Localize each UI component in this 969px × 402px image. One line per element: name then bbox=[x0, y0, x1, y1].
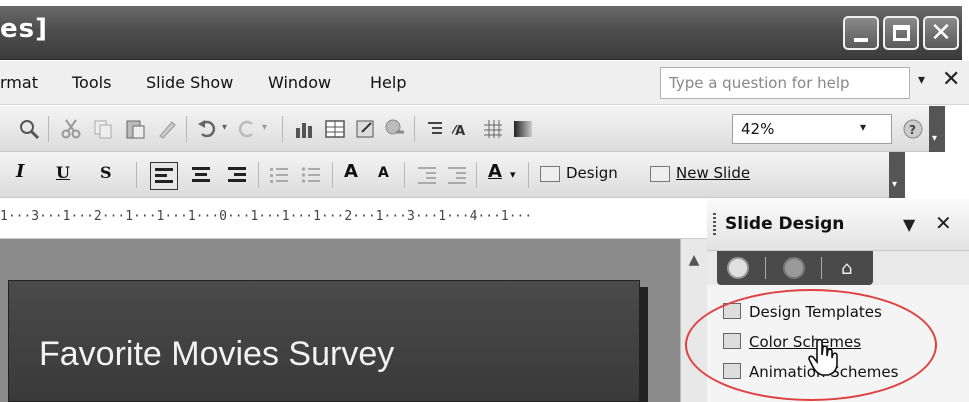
new-slide-icon bbox=[650, 165, 670, 182]
zoom-dropdown-icon[interactable]: ▾ bbox=[860, 120, 866, 134]
formatting-toolbar: I U S A A A ▾ Design New Slide ▾ bbox=[0, 152, 905, 198]
powerpoint-window: es] ✕ rmat Tools Slide Show Window Help … bbox=[0, 0, 969, 402]
help-icon[interactable]: ? bbox=[902, 118, 924, 140]
font-color-dropdown-icon[interactable]: ▾ bbox=[510, 168, 516, 181]
hand-cursor-icon bbox=[808, 338, 838, 376]
task-pane-close-icon[interactable]: ✕ bbox=[935, 211, 952, 235]
toolbar-separator bbox=[528, 162, 529, 188]
zoom-value: 42% bbox=[741, 120, 775, 138]
document-close-icon[interactable]: ✕ bbox=[942, 67, 960, 92]
shadow-button[interactable]: S bbox=[100, 163, 112, 182]
bullets-icon[interactable] bbox=[300, 164, 322, 186]
menu-format[interactable]: rmat bbox=[0, 73, 38, 92]
decrease-font-size-button[interactable]: A bbox=[378, 165, 389, 181]
help-dropdown-icon[interactable]: ▾ bbox=[918, 72, 925, 88]
minimize-icon bbox=[854, 38, 868, 42]
task-pane-navigation: ⌂ bbox=[717, 251, 873, 285]
svg-text:⁄A: ⁄A bbox=[452, 124, 465, 139]
slide-shadow bbox=[640, 287, 648, 402]
center-button[interactable] bbox=[188, 162, 216, 190]
italic-button[interactable]: I bbox=[16, 161, 24, 182]
nav-separator bbox=[765, 257, 766, 279]
slide-design-task-pane: Slide Design ▼ ✕ ⌂ Design Templates Colo… bbox=[685, 199, 969, 402]
toolbar-separator bbox=[282, 116, 283, 142]
increase-indent-icon[interactable] bbox=[446, 164, 468, 186]
underline-button[interactable]: U bbox=[56, 163, 70, 182]
task-pane-title[interactable]: Slide Design bbox=[725, 214, 844, 234]
toolbar-separator bbox=[136, 162, 137, 188]
home-icon[interactable]: ⌂ bbox=[839, 257, 861, 279]
toolbar-options-icon[interactable]: ▾ bbox=[889, 152, 905, 198]
paste-icon[interactable] bbox=[124, 118, 146, 140]
align-left-button[interactable] bbox=[150, 162, 178, 190]
expand-all-icon[interactable] bbox=[424, 118, 446, 140]
minimize-button[interactable] bbox=[843, 16, 879, 50]
design-icon bbox=[540, 165, 560, 182]
slide[interactable]: Favorite Movies Survey bbox=[8, 280, 640, 402]
task-pane-header: Slide Design ▼ ✕ bbox=[707, 199, 969, 251]
nav-separator bbox=[821, 257, 822, 279]
toolbar-separator bbox=[186, 116, 187, 142]
show-grid-icon[interactable] bbox=[482, 118, 504, 140]
close-icon: ✕ bbox=[930, 18, 952, 48]
show-formatting-icon[interactable]: ⁄A bbox=[452, 118, 474, 140]
menu-help[interactable]: Help bbox=[370, 73, 406, 92]
task-pane-menu-icon[interactable]: ▼ bbox=[903, 215, 915, 234]
insert-table-icon[interactable] bbox=[324, 118, 346, 140]
title-bar: es] ✕ bbox=[0, 6, 962, 60]
design-label: Design bbox=[566, 164, 618, 182]
decrease-indent-icon[interactable] bbox=[416, 164, 438, 186]
toolbar-separator bbox=[332, 162, 333, 188]
redo-icon[interactable] bbox=[236, 118, 258, 140]
design-button[interactable]: Design bbox=[540, 164, 618, 182]
increase-font-size-button[interactable]: A bbox=[344, 161, 358, 182]
help-search-input[interactable]: Type a question for help bbox=[660, 67, 910, 99]
toolbar-separator bbox=[414, 116, 415, 142]
menu-slide-show[interactable]: Slide Show bbox=[146, 73, 233, 92]
window-title: es] bbox=[0, 14, 48, 44]
menu-window[interactable]: Window bbox=[268, 73, 331, 92]
scroll-up-icon[interactable]: ▲ bbox=[683, 249, 705, 271]
slide-title[interactable]: Favorite Movies Survey bbox=[39, 335, 394, 374]
insert-hyperlink-icon[interactable] bbox=[384, 118, 406, 140]
toolbar-separator bbox=[258, 162, 259, 188]
tables-borders-icon[interactable] bbox=[354, 118, 376, 140]
close-button[interactable]: ✕ bbox=[923, 16, 959, 50]
undo-icon[interactable] bbox=[196, 118, 218, 140]
menu-bar: rmat Tools Slide Show Window Help Type a… bbox=[0, 61, 969, 105]
standard-toolbar: ▾ ▾ ⁄A 42% ▾ ? ▾ bbox=[0, 106, 945, 152]
task-pane-body: Design Templates Color Schemes Animation… bbox=[685, 285, 969, 402]
copy-icon[interactable] bbox=[92, 118, 114, 140]
slide-editing-area: Favorite Movies Survey bbox=[0, 239, 680, 402]
toolbar-separator bbox=[404, 162, 405, 188]
forward-icon[interactable] bbox=[783, 257, 805, 279]
zoom-select[interactable]: 42% bbox=[732, 114, 892, 144]
maximize-button[interactable] bbox=[883, 16, 919, 50]
color-grayscale-icon[interactable] bbox=[512, 118, 534, 140]
svg-text:?: ? bbox=[909, 123, 916, 137]
toolbar-separator bbox=[48, 116, 49, 142]
cut-icon[interactable] bbox=[60, 118, 82, 140]
back-icon[interactable] bbox=[727, 257, 749, 279]
redo-dropdown-icon[interactable]: ▾ bbox=[262, 122, 284, 144]
font-color-button[interactable]: A bbox=[488, 161, 502, 182]
research-icon[interactable] bbox=[18, 118, 40, 140]
maximize-icon bbox=[893, 25, 910, 41]
align-right-button[interactable] bbox=[224, 162, 252, 190]
new-slide-button[interactable]: New Slide bbox=[650, 164, 750, 182]
format-painter-icon[interactable] bbox=[156, 118, 178, 140]
toolbar-options-icon[interactable]: ▾ bbox=[929, 106, 945, 152]
numbering-icon[interactable] bbox=[268, 164, 290, 186]
horizontal-ruler: 1···3···1···2···1···1···1···0···1···1···… bbox=[0, 199, 707, 239]
menu-tools[interactable]: Tools bbox=[72, 73, 111, 92]
toolbar-separator bbox=[476, 162, 477, 188]
new-slide-label: New Slide bbox=[676, 164, 751, 182]
grip-handle[interactable] bbox=[713, 213, 716, 237]
insert-chart-icon[interactable] bbox=[294, 118, 316, 140]
